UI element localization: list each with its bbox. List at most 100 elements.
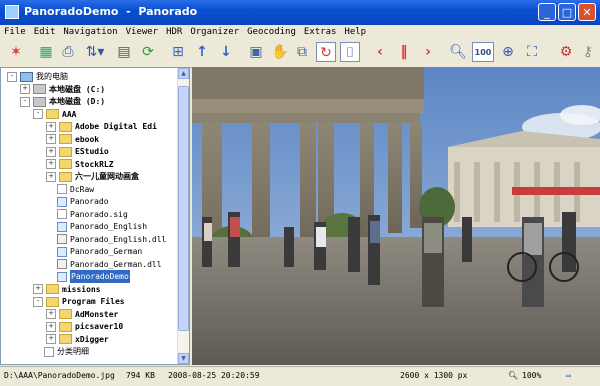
previous-icon[interactable]: ‹ [370,42,390,62]
refresh-icon[interactable]: ⟳ [138,42,158,62]
collapse-icon[interactable]: - [33,296,43,307]
tree-item[interactable]: + StockRLZ [46,158,114,171]
tree-item-label: Panorado_German [70,247,143,256]
scroll-thumb[interactable] [178,86,189,331]
tree-item-label: Program Files [62,297,125,306]
tree-item[interactable]: + 本地磁盘 (C:) [20,83,105,96]
tree-item[interactable]: - 本地磁盘 (D:) [20,95,105,108]
key-icon[interactable]: ⚷ [578,42,598,62]
tree-item-label: Panorado [70,197,109,206]
expand-icon[interactable]: + [46,321,56,332]
menu-help[interactable]: Help [344,27,366,37]
pause-icon[interactable]: ‖ [394,42,414,62]
expand-icon[interactable]: + [46,146,56,157]
tree-item-label: PanoradoDemo [70,270,130,283]
panorama-image [192,67,600,365]
menu-geocoding[interactable]: Geocoding [247,27,296,37]
next-icon[interactable]: › [418,42,438,62]
fileapp-icon [57,271,67,282]
expand-icon[interactable]: + [46,309,56,319]
menu-navigation[interactable]: Navigation [63,27,117,37]
tree-item-label: StockRLZ [75,159,114,169]
expand-icon[interactable]: + [20,84,30,94]
tree-item[interactable]: DcRaw [46,183,94,196]
tree-item-label: missions [62,284,101,294]
close-button[interactable]: ✕ [578,3,596,21]
tree-item[interactable]: + xDigger [46,333,109,346]
sort-icon[interactable]: ⇅▾ [82,42,108,62]
tree-item[interactable]: Panorado_German.dll [46,258,162,271]
panorama-viewer[interactable] [192,67,600,365]
scroll-up-icon[interactable]: ▲ [178,68,189,79]
fileapp-icon [57,246,67,257]
folder-tree[interactable]: - 我的电脑 + 本地磁盘 (C:) - 本地磁盘 (D:) - AAA + Adobe Digi… [0,67,190,365]
rotate-icon[interactable]: ↻ [316,42,336,62]
maximize-button[interactable]: □ [558,3,576,21]
menu-hdr[interactable]: HDR [166,27,182,37]
tree-item[interactable]: Panorado_German [46,245,142,258]
tree-item[interactable]: + ebook [46,133,99,146]
expand-icon[interactable]: + [46,159,56,169]
menu-edit[interactable]: Edit [34,27,56,37]
down-arrow-icon[interactable]: ↓ [216,42,236,62]
menu-extras[interactable]: Extras [304,27,337,37]
expand-icon[interactable]: + [33,284,43,294]
new-icon[interactable]: ✶ [6,42,26,62]
tree-scrollbar[interactable]: ▲ ▼ [177,68,189,364]
properties-icon[interactable]: ▤ [114,42,134,62]
tree-item[interactable]: + AdMonster [46,308,118,321]
scroll-down-icon[interactable]: ▼ [178,353,189,364]
stitch-icon[interactable]: ⊞ [168,42,188,62]
expand-icon[interactable]: + [46,171,56,182]
tree-item-selected[interactable]: PanoradoDemo [46,270,130,283]
status-datetime: 2008-08-25 20:20:59 [168,371,260,380]
menu-organizer[interactable]: Organizer [190,27,239,37]
tree-item[interactable]: Panorado.sig [46,208,128,221]
expand-icon[interactable]: + [46,121,56,132]
tree-item[interactable]: + picsaver10 [46,320,123,333]
tree-item[interactable]: + missions [33,283,101,296]
collapse-icon[interactable]: - [7,71,17,82]
title-bar[interactable]: PanoradoDemo - Panorado _ □ ✕ [0,0,600,25]
drive-icon [33,96,46,107]
zoom-out-icon[interactable]: 🔍︎ [448,42,468,62]
zoom-in-icon[interactable]: ⊕ [498,42,518,62]
status-dimensions: 2600 x 1300 px [400,371,468,380]
menu-viewer[interactable]: Viewer [126,27,159,37]
hand-icon[interactable]: ✋ [270,42,290,62]
tree-item[interactable]: + Adobe Digital Edi [46,120,157,133]
expand-icon[interactable]: + [46,334,56,344]
file-icon [57,184,67,194]
tree-item-label: Adobe Digital Edi [75,122,157,131]
network-icon[interactable]: ⚙ [556,42,576,62]
tree-item[interactable]: - AAA [33,108,76,121]
fullscreen-icon[interactable]: ⛶ [522,42,542,62]
tree-item[interactable]: - Program Files [33,295,125,308]
up-arrow-icon[interactable]: ↑ [192,42,212,62]
file-icon [57,209,67,219]
zoom-region-icon[interactable]: ⧉ [292,42,312,62]
tree-item[interactable]: + 六一儿童网动画盒 [46,170,139,183]
tree-item-label: 分类明细 [57,347,89,356]
tree-item[interactable]: - 我的电脑 [7,70,68,83]
tree-item[interactable]: Panorado_English [46,220,147,233]
minimize-button[interactable]: _ [538,3,556,21]
collapse-icon[interactable]: - [20,96,30,107]
tree-item[interactable]: Panorado_English.dll [46,233,166,246]
gallery-icon[interactable]: ▦ [36,42,56,62]
zoom-100-button[interactable]: 100 [472,42,494,62]
view-icon[interactable]: ▣ [246,42,266,62]
fit-panorama-icon[interactable]: ⌷ [340,42,360,62]
tree-item[interactable]: 分类明细 [33,345,89,358]
status-zoom: 100% [522,371,542,380]
folder-icon [59,146,72,157]
print-icon[interactable]: ⎙ [58,42,78,62]
expand-icon[interactable]: + [46,134,56,144]
tree-item-label: Panorado_German.dll [70,259,162,269]
tree-item-label: ebook [75,134,100,144]
status-bar: D:\AAA\PanoradoDemo.jpg 794 KB 2008-08-2… [0,366,600,386]
menu-file[interactable]: File [4,27,26,37]
collapse-icon[interactable]: - [33,109,43,119]
tree-item[interactable]: + EStudio [46,145,109,158]
tree-item[interactable]: Panorado [46,195,109,208]
